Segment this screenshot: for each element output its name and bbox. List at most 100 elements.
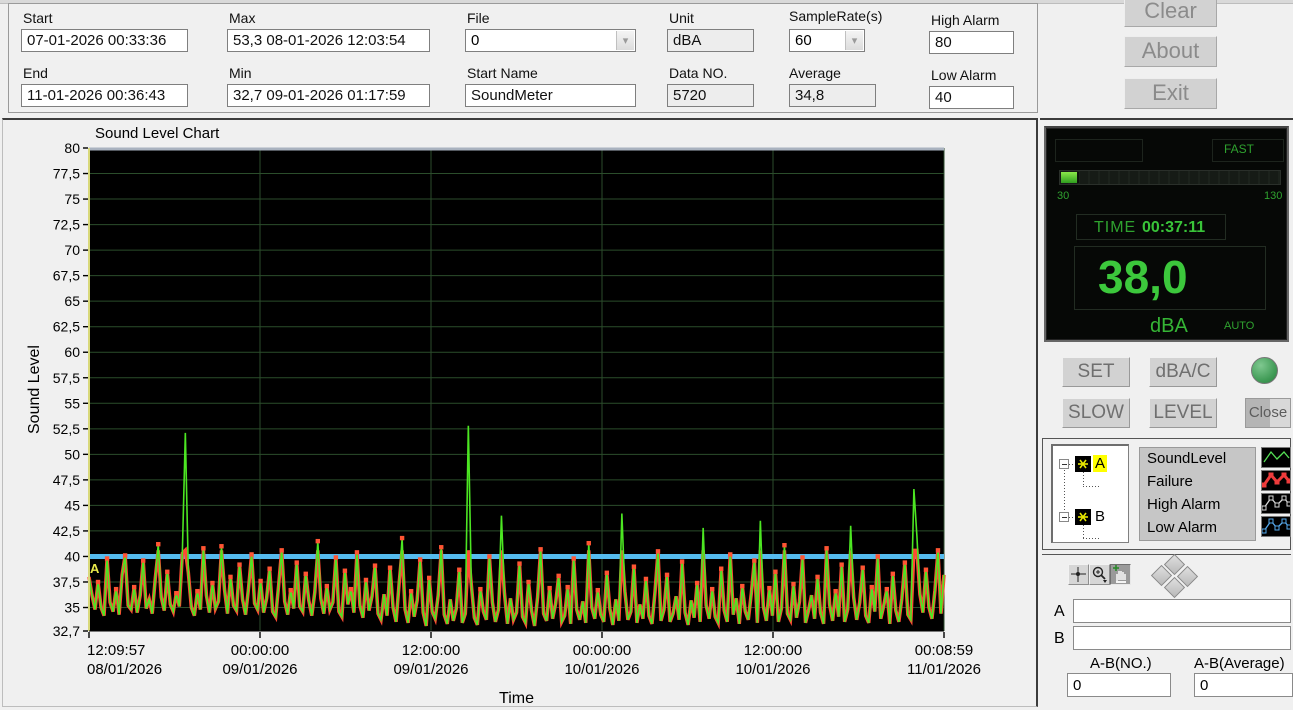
svg-text:08/01/2026: 08/01/2026 (87, 661, 162, 678)
level-button[interactable]: LEVEL (1149, 398, 1217, 428)
tree-collapse-icon[interactable] (1059, 512, 1069, 522)
line-style-icon[interactable] (1261, 447, 1291, 468)
svg-text:47,5: 47,5 (53, 472, 80, 488)
svg-text:65: 65 (64, 293, 80, 309)
svg-text:Sound Level: Sound Level (26, 345, 43, 434)
svg-text:50: 50 (64, 446, 80, 462)
sound-meter-app: { "toolbar": { "start": { "label": "Star… (0, 0, 1293, 707)
exit-button[interactable]: Exit (1124, 78, 1217, 109)
ab-no-field[interactable] (1067, 673, 1171, 697)
ab-avg-field[interactable] (1194, 673, 1293, 697)
auto-range-label: AUTO (1224, 320, 1255, 332)
svg-text:32,7: 32,7 (53, 623, 80, 639)
low-alarm-field[interactable] (929, 86, 1014, 109)
data-no-label: Data NO. (669, 65, 728, 81)
status-indicator-led (1251, 357, 1278, 384)
cursor-node-icon (1075, 456, 1091, 472)
dbac-button[interactable]: dBA/C (1149, 357, 1217, 387)
legend-series-list[interactable]: SoundLevel Failure High Alarm Low Alarm (1139, 447, 1256, 541)
svg-text:55: 55 (64, 395, 80, 411)
svg-text:72,5: 72,5 (53, 217, 80, 233)
svg-text:A: A (90, 561, 100, 576)
legend-panel: A B SoundLevel Failure High Alarm Low Al… (1042, 438, 1292, 550)
max-field[interactable] (227, 29, 430, 52)
cursor-tree[interactable]: A B (1051, 444, 1129, 543)
fast-mode-label: FAST (1224, 142, 1255, 156)
tree-collapse-icon[interactable] (1059, 459, 1069, 469)
data-no-field[interactable] (667, 84, 754, 107)
min-field[interactable] (227, 84, 430, 107)
svg-text:62,5: 62,5 (53, 319, 80, 335)
file-value: 0 (471, 32, 480, 49)
close-button[interactable]: Close (1245, 398, 1291, 428)
sound-level-value: 38,0 (1098, 251, 1188, 303)
legend-item[interactable]: High Alarm (1140, 494, 1255, 517)
end-field[interactable] (21, 84, 188, 107)
analysis-panel: A B A-B(NO.) A-B(Average) (1042, 553, 1293, 707)
max-label: Max (229, 10, 256, 26)
svg-text:52,5: 52,5 (53, 421, 80, 437)
set-button[interactable]: SET (1062, 357, 1130, 387)
legend-item[interactable]: Low Alarm (1140, 517, 1255, 540)
lcd-display: FAST 30 130 TIME 00:37:11 38,0 dBA AUTO (1044, 126, 1289, 342)
cursor-a-node[interactable]: A (1093, 455, 1108, 472)
svg-text:60: 60 (64, 344, 80, 360)
about-button[interactable]: About (1124, 36, 1217, 67)
bar-min-label: 30 (1057, 190, 1070, 202)
svg-text:Sound Level Chart: Sound Level Chart (95, 125, 220, 142)
svg-text:40: 40 (64, 548, 80, 564)
high-alarm-field[interactable] (929, 31, 1014, 54)
cursor-node-icon (1075, 509, 1091, 525)
chevron-down-icon[interactable]: ▾ (845, 31, 863, 50)
svg-text:11/01/2026: 11/01/2026 (907, 661, 981, 678)
average-field[interactable] (789, 84, 876, 107)
svg-text:10/01/2026: 10/01/2026 (564, 661, 639, 678)
legend-item[interactable]: SoundLevel (1140, 448, 1255, 471)
svg-text:35: 35 (64, 600, 80, 616)
legend-item[interactable]: Failure (1140, 471, 1255, 494)
bar-max-label: 130 (1264, 190, 1283, 202)
svg-text:00:00:00: 00:00:00 (573, 642, 631, 659)
line-style-icon[interactable] (1261, 470, 1292, 491)
svg-text:12:00:00: 12:00:00 (402, 642, 460, 659)
ab-no-label: A-B(NO.) (1090, 655, 1152, 672)
unit-label: Unit (669, 10, 694, 26)
clear-button[interactable]: Clear (1124, 0, 1217, 27)
svg-text:09/01/2026: 09/01/2026 (222, 661, 297, 678)
svg-text:Time: Time (499, 690, 534, 705)
start-name-field[interactable] (465, 84, 636, 107)
svg-text:00:08:59: 00:08:59 (915, 642, 973, 659)
line-style-icon[interactable] (1261, 493, 1292, 514)
svg-text:80: 80 (64, 140, 80, 156)
end-label: End (23, 65, 48, 81)
unit-field[interactable] (667, 29, 754, 52)
sample-rate-value: 60 (795, 32, 812, 49)
svg-text:57,5: 57,5 (53, 370, 80, 386)
time-label: TIME (1094, 219, 1137, 236)
svg-text:12:09:57: 12:09:57 (87, 642, 145, 659)
svg-text:09/01/2026: 09/01/2026 (393, 661, 468, 678)
cursor-b-field[interactable] (1073, 626, 1291, 650)
chevron-down-icon[interactable]: ▾ (616, 31, 634, 50)
high-alarm-label: High Alarm (931, 12, 1000, 28)
file-combobox[interactable]: 0 ▾ (465, 29, 636, 52)
pan-tool-button[interactable] (1110, 564, 1131, 585)
start-name-label: Start Name (467, 65, 538, 81)
start-field[interactable] (21, 29, 188, 52)
cursor-b-node[interactable]: B (1095, 508, 1105, 525)
average-label: Average (789, 65, 841, 81)
cursor-a-field[interactable] (1073, 599, 1291, 623)
svg-text:10/01/2026: 10/01/2026 (735, 661, 810, 678)
svg-text:45: 45 (64, 497, 80, 513)
svg-text:75: 75 (64, 191, 80, 207)
zoom-tool-button[interactable] (1089, 564, 1110, 585)
cursor-tool-button[interactable] (1068, 564, 1089, 585)
cursor-a-label: A (1054, 603, 1065, 620)
sound-level-chart[interactable]: 80 77,5 75 72,5 70 67,5 65 62,5 60 57,5 55 52,5 50 47… (3, 120, 1036, 707)
sample-rate-combobox[interactable]: 60 ▾ (789, 29, 865, 52)
svg-text:67,5: 67,5 (53, 268, 80, 284)
line-style-icon[interactable] (1261, 516, 1292, 537)
meter-sidebar: FAST 30 130 TIME 00:37:11 38,0 dBA AUTO … (1040, 118, 1293, 707)
slow-button[interactable]: SLOW (1062, 398, 1130, 428)
info-toolbar: Start End Max Min File 0 ▾ Start Name Un… (8, 3, 1038, 113)
